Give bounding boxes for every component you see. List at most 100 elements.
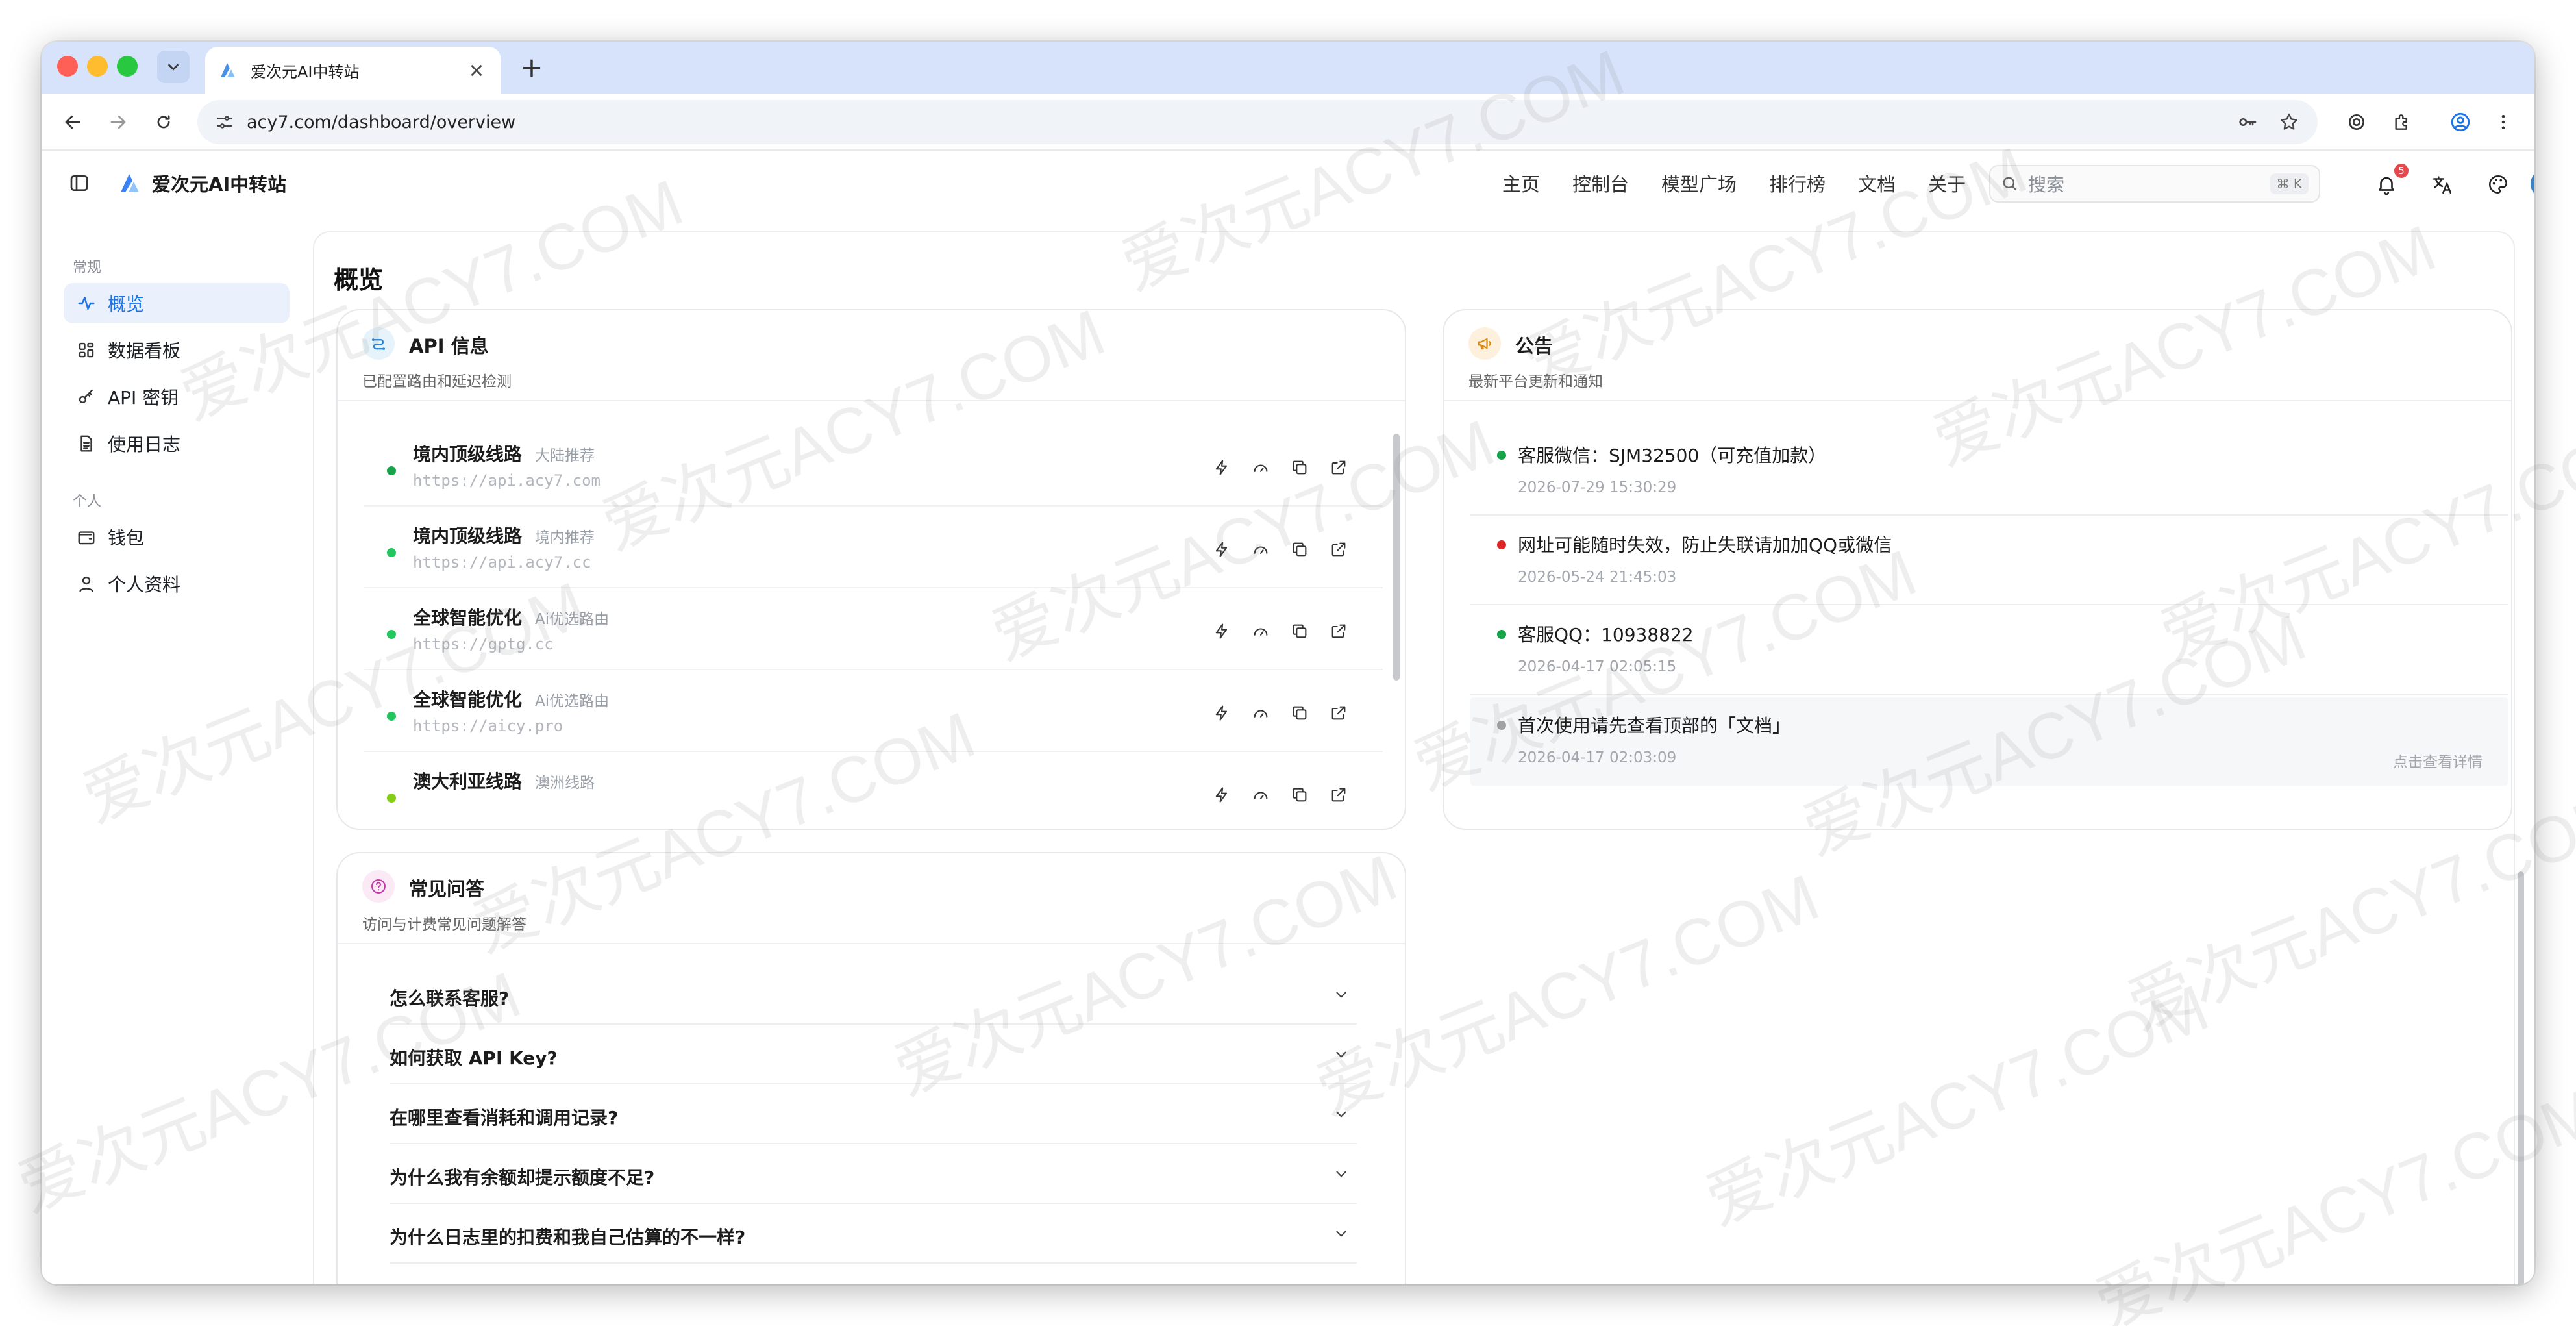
faq-item[interactable]: 怎么联系客服? xyxy=(390,965,1357,1025)
speed-test-icon[interactable] xyxy=(1209,455,1235,481)
chevron-down-icon xyxy=(1330,983,1353,1007)
announcement-detail-link[interactable]: 点击查看详情 xyxy=(2393,749,2483,771)
faq-item[interactable]: 为什么日志里的扣费和我自己估算的不一样? xyxy=(390,1204,1357,1264)
api-route-name-wrap: 全球智能优化 Ai优选路由 xyxy=(413,686,609,712)
browser-window: 爱次元AI中转站 × + acy7.com/dashboard/overview xyxy=(42,42,2534,1284)
announcement-card: 公告 最新平台更新和通知 客服微信：SJM32500（可充值加款） 2026-0… xyxy=(1443,309,2512,830)
nav-about[interactable]: 关于 xyxy=(1928,169,1966,197)
status-dot xyxy=(1497,721,1506,730)
latency-gauge-icon[interactable] xyxy=(1248,536,1274,562)
nav-docs[interactable]: 文档 xyxy=(1858,169,1896,197)
address-bar[interactable]: acy7.com/dashboard/overview xyxy=(197,100,2318,144)
api-route-row: 澳大利亚线路 澳洲线路 xyxy=(364,752,1383,829)
faq-item[interactable]: 为什么我有余额却提示额度不足? xyxy=(390,1144,1357,1204)
sidebar-item-label: API 密钥 xyxy=(108,387,179,408)
announcement-card-header: 公告 最新平台更新和通知 xyxy=(1444,310,2511,401)
api-route-name: 澳大利亚线路 xyxy=(413,771,523,792)
chevron-down-icon xyxy=(168,64,179,71)
speed-test-icon[interactable] xyxy=(1209,618,1235,644)
bookmark-star-icon[interactable] xyxy=(2275,108,2303,136)
reload-button[interactable] xyxy=(149,108,178,136)
faq-item[interactable]: 如何获取 API Key? xyxy=(390,1025,1357,1084)
page-scrollbar[interactable] xyxy=(2518,871,2524,1284)
sidebar-item-wallet[interactable]: 钱包 xyxy=(64,517,290,557)
chevron-down-icon xyxy=(1330,1222,1353,1245)
faq-item[interactable]: 在哪里查看消耗和调用记录? xyxy=(390,1084,1357,1144)
copy-icon[interactable] xyxy=(1287,618,1313,644)
speed-test-icon[interactable] xyxy=(1209,700,1235,726)
password-key-icon[interactable] xyxy=(2233,108,2262,136)
grid-icon xyxy=(75,339,97,361)
nav-model-square[interactable]: 模型广场 xyxy=(1661,169,1737,197)
sidebar-toggle-button[interactable] xyxy=(65,169,93,197)
close-tab-icon[interactable]: × xyxy=(465,59,488,82)
maximize-window-button[interactable] xyxy=(117,56,138,77)
api-route-row: 境内顶级线路 境内推荐 https://api.acy7.cc xyxy=(364,507,1383,588)
announcement-item[interactable]: 客服QQ：10938822 2026-04-17 02:05:15 xyxy=(1470,607,2508,695)
notification-button[interactable]: 5 xyxy=(2372,164,2409,199)
openai-extension-icon[interactable] xyxy=(2342,108,2371,136)
sidebar-section-personal: 个人 xyxy=(73,494,102,510)
announcement-item[interactable]: 网址可能随时失效，防止失联请加加QQ或微信 2026-05-24 21:45:0… xyxy=(1470,517,2508,605)
copy-icon[interactable] xyxy=(1287,700,1313,726)
speed-test-icon[interactable] xyxy=(1209,782,1235,808)
brand[interactable]: 爱次元AI中转站 xyxy=(117,169,286,197)
latency-gauge-icon[interactable] xyxy=(1248,455,1274,481)
latency-gauge-icon[interactable] xyxy=(1248,782,1274,808)
status-dot xyxy=(1497,540,1506,549)
announcement-time: 2026-07-29 15:30:29 xyxy=(1518,479,1677,496)
sidebar-item-label: 使用日志 xyxy=(108,434,181,455)
back-button[interactable] xyxy=(58,108,87,136)
sidebar-item-dashboard[interactable]: 数据看板 xyxy=(64,330,290,370)
speed-test-icon[interactable] xyxy=(1209,536,1235,562)
activity-icon xyxy=(75,292,97,314)
copy-icon[interactable] xyxy=(1287,455,1313,481)
external-link-icon[interactable] xyxy=(1326,618,1352,644)
profile-icon[interactable] xyxy=(2446,108,2475,136)
browser-tab[interactable]: 爱次元AI中转站 × xyxy=(205,47,501,94)
avatar[interactable]: 7 xyxy=(2531,169,2534,199)
tab-title: 爱次元AI中转站 xyxy=(251,62,360,81)
extensions-puzzle-icon[interactable] xyxy=(2388,108,2416,136)
search-input[interactable]: 搜索 ⌘ K xyxy=(1989,165,2320,203)
api-route-url: https://api.acy7.com xyxy=(413,471,601,490)
api-list-scrollbar[interactable] xyxy=(1393,434,1400,681)
close-window-button[interactable] xyxy=(57,56,78,77)
theme-button[interactable] xyxy=(2484,170,2512,199)
new-tab-button[interactable]: + xyxy=(515,51,548,83)
sidebar-item-usage-logs[interactable]: 使用日志 xyxy=(64,423,290,464)
sidebar-item-overview[interactable]: 概览 xyxy=(64,283,290,323)
site-settings-icon[interactable] xyxy=(212,109,238,135)
announcement-item[interactable]: 客服微信：SJM32500（可充值加款） 2026-07-29 15:30:29 xyxy=(1470,427,2508,516)
nav-console[interactable]: 控制台 xyxy=(1572,169,1629,197)
key-icon xyxy=(75,386,97,408)
minimize-window-button[interactable] xyxy=(87,56,108,77)
external-link-icon[interactable] xyxy=(1326,455,1352,481)
sidebar-item-api-keys[interactable]: API 密钥 xyxy=(64,377,290,417)
language-button[interactable] xyxy=(2428,170,2457,199)
sidebar-section-general: 常规 xyxy=(73,260,102,276)
copy-icon[interactable] xyxy=(1287,536,1313,562)
url-text: acy7.com/dashboard/overview xyxy=(247,112,516,132)
status-dot xyxy=(1497,630,1506,639)
external-link-icon[interactable] xyxy=(1326,700,1352,726)
sidebar-panel-icon xyxy=(70,175,88,191)
nav-leaderboard[interactable]: 排行榜 xyxy=(1769,169,1826,197)
sidebar-item-profile[interactable]: 个人资料 xyxy=(64,564,290,604)
nav-home[interactable]: 主页 xyxy=(1502,169,1540,197)
latency-gauge-icon[interactable] xyxy=(1248,618,1274,644)
forward-button[interactable] xyxy=(104,108,132,136)
translate-icon xyxy=(2433,176,2452,194)
latency-gauge-icon[interactable] xyxy=(1248,700,1274,726)
chevron-down-icon xyxy=(1330,1103,1353,1126)
tab-search-button[interactable] xyxy=(157,51,190,83)
external-link-icon[interactable] xyxy=(1326,782,1352,808)
api-route-row: 境内顶级线路 大陆推荐 https://api.acy7.com xyxy=(364,425,1383,507)
browser-menu-icon[interactable] xyxy=(2489,108,2518,136)
api-route-tag: 大陆推荐 xyxy=(535,447,595,464)
api-route-name-wrap: 境内顶级线路 大陆推荐 xyxy=(413,440,595,466)
status-dot xyxy=(387,630,396,639)
copy-icon[interactable] xyxy=(1287,782,1313,808)
announcement-item[interactable]: 首次使用请先查看顶部的「文档」 2026-04-17 02:03:09 点击查看… xyxy=(1470,697,2508,786)
external-link-icon[interactable] xyxy=(1326,536,1352,562)
